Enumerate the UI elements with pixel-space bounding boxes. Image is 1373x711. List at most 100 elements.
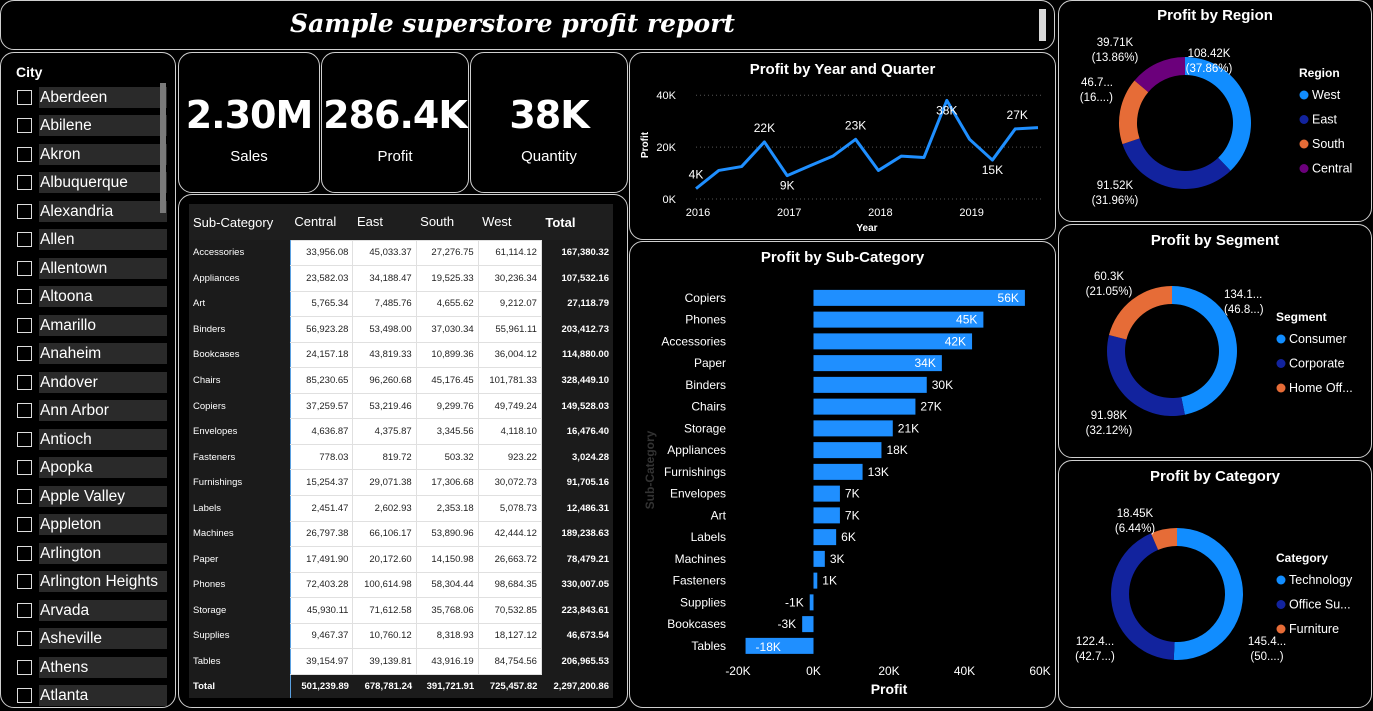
subcategory-bar[interactable] [813,485,840,502]
donut-slice[interactable] [1134,57,1185,93]
subcategory-bar[interactable] [809,594,814,611]
title-scrollbar[interactable] [1039,9,1046,41]
city-option[interactable]: Altoona [17,283,169,312]
matrix-column-header[interactable]: East [352,204,417,240]
matrix-cell: 7,485.76 [352,290,417,318]
matrix-cell: 167,380.32 [541,240,613,266]
city-checkbox[interactable] [17,317,32,333]
donut-slice[interactable] [1122,138,1231,189]
matrix-cell: 53,498.00 [352,316,417,343]
city-checkbox[interactable] [17,175,32,191]
donut-slice[interactable] [1119,80,1149,145]
city-option[interactable]: Ann Arbor [17,397,169,426]
subcategory-bar[interactable] [813,376,927,393]
matrix-column-header[interactable]: Central [290,204,353,240]
city-checkbox[interactable] [17,118,32,134]
city-checkbox[interactable] [17,659,32,675]
slice-data-label: 134.1... (46.8...) [1224,289,1264,316]
sales-value: 2.30M [185,93,314,137]
city-checkbox[interactable] [17,232,32,248]
city-option[interactable]: Allentown [17,254,169,283]
city-checkbox[interactable] [17,688,32,704]
city-checkbox[interactable] [17,374,32,390]
city-option[interactable]: Atlanta [17,682,169,708]
city-checkbox[interactable] [17,460,32,476]
city-checkbox[interactable] [17,545,32,561]
donut-slice[interactable] [1111,533,1175,660]
city-option[interactable]: Asheville [17,625,169,654]
city-checkbox[interactable] [17,574,32,590]
city-option[interactable]: Appleton [17,511,169,540]
subcategory-bar[interactable] [813,550,825,567]
city-option[interactable]: Athens [17,653,169,682]
subcategory-bar[interactable] [813,463,863,480]
city-checkbox[interactable] [17,602,32,618]
city-checkbox[interactable] [17,403,32,419]
subcategory-label: Fasteners [673,574,726,588]
subcategory-label: Paper [694,356,726,370]
city-option[interactable]: Arvada [17,596,169,625]
subcategory-bar[interactable] [813,507,840,524]
city-option[interactable]: Alexandria [17,197,169,226]
subcategory-bar[interactable] [813,529,837,546]
city-option[interactable]: Apopka [17,454,169,483]
city-option[interactable]: Apple Valley [17,482,169,511]
city-option[interactable]: Akron [17,140,169,169]
matrix-cell: 107,532.16 [541,265,613,292]
city-option[interactable]: Allen [17,226,169,255]
city-option-label: Appleton [39,514,167,536]
city-option[interactable]: Antioch [17,425,169,454]
bar-data-label: 45K [956,313,977,327]
profit-card: 286.4K Profit [321,52,469,193]
matrix-column-header[interactable]: Total [541,204,613,240]
category-donut-svg: CategoryTechnologyOffice Su...Furniture1… [1075,508,1353,663]
matrix-column-header[interactable]: West [478,204,542,240]
subcategory-bar[interactable] [813,289,1025,306]
city-option-label: Arvada [39,599,167,621]
matrix-cell: 16,476.40 [541,418,613,445]
matrix-row: Paper 17,491.90 20,172.60 14,150.98 26,663.7… [189,546,613,573]
matrix-column-header[interactable]: Sub-Category [189,204,291,240]
donut-slice[interactable] [1107,335,1185,416]
city-checkbox[interactable] [17,431,32,447]
city-option[interactable]: Albuquerque [17,169,169,198]
profit-by-year-quarter-chart[interactable]: Profit by Year and Quarter 0K 20K 40K 2016 2… [629,52,1056,240]
city-option[interactable]: Amarillo [17,311,169,340]
matrix-cell: 10,899.36 [415,341,479,369]
city-checkbox[interactable] [17,631,32,647]
subcategory-bar[interactable] [802,616,814,633]
profit-by-subcategory-chart[interactable]: Profit by Sub-Category Copiers 56K Phones 4… [629,241,1056,708]
city-checkbox[interactable] [17,203,32,219]
city-checkbox[interactable] [17,289,32,305]
city-checkbox[interactable] [17,146,32,162]
city-option[interactable]: Arlington Heights [17,568,169,597]
city-checkbox[interactable] [17,89,32,105]
city-checkbox[interactable] [17,488,32,504]
city-checkbox[interactable] [17,260,32,276]
city-option[interactable]: Arlington [17,539,169,568]
subcategory-bar[interactable] [813,442,882,459]
city-option[interactable]: Abilene [17,112,169,141]
city-option[interactable]: Aberdeen [17,83,169,112]
city-checkbox[interactable] [17,346,32,362]
subcategory-bar[interactable] [813,398,916,415]
matrix-row-label: Machines [189,521,291,547]
city-option[interactable]: Andover [17,368,169,397]
profit-by-category-chart[interactable]: Profit by Category Category Technology Off… [1058,460,1372,708]
matrix-cell: 30,236.34 [477,265,542,292]
city-checkbox[interactable] [17,517,32,533]
subcategory-bar[interactable] [813,420,893,437]
city-scrollbar[interactable] [160,83,166,213]
subcategory-label: Art [711,508,727,522]
city-option[interactable]: Anaheim [17,340,169,369]
subcategory-bar[interactable] [813,572,818,589]
donut-slice[interactable] [1173,528,1243,660]
matrix-cell: 36,004.12 [477,341,542,369]
profit-value: 286.4K [323,93,468,137]
profit-by-region-chart[interactable]: Profit by Region Region West East South Cent… [1058,0,1372,222]
matrix-column-header[interactable]: South [416,204,479,240]
profit-by-segment-chart[interactable]: Profit by Segment Segment Consumer Corpora… [1058,224,1372,458]
subcategory-label: Envelopes [670,487,726,501]
city-option-label: Apopka [39,457,167,479]
profit-matrix[interactable]: Sub-Category Central East South West Total Ac… [189,204,613,699]
